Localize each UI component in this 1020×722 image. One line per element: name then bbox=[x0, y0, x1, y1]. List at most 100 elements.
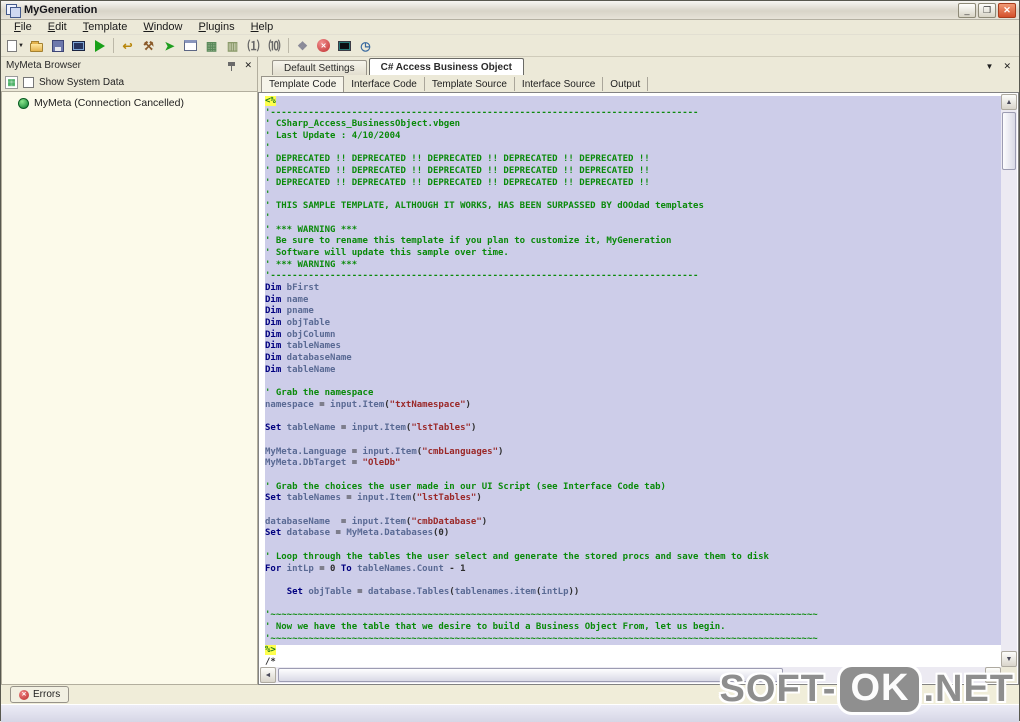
info-1-icon[interactable]: ⑴ bbox=[243, 36, 264, 55]
code-line: ' *** WARNING *** bbox=[265, 259, 1001, 272]
tree-item-mymeta[interactable]: MyMeta (Connection Cancelled) bbox=[2, 96, 257, 110]
vertical-scrollbar[interactable]: ▲ ▼ bbox=[1001, 94, 1017, 667]
menu-bar: File Edit Template Window Plugins Help bbox=[1, 20, 1019, 35]
code-line: MyMeta.DbTarget = "OleDb" bbox=[265, 458, 1001, 470]
run-template-icon[interactable] bbox=[89, 36, 110, 55]
console-icon[interactable] bbox=[68, 36, 89, 55]
errors-tab[interactable]: ✕ Errors bbox=[10, 686, 70, 703]
code-line bbox=[265, 540, 1001, 552]
tile-horizontal-icon[interactable]: ▦ bbox=[201, 36, 222, 55]
code-line: Dim databaseName bbox=[265, 353, 1001, 365]
auto-hide-pin-icon[interactable] bbox=[227, 61, 236, 71]
title-bar: MyGeneration _ ❐ ✕ bbox=[1, 1, 1019, 20]
code-line: '---------------------------------------… bbox=[265, 271, 1001, 283]
code-line: ' DEPRECATED !! DEPRECATED !! DEPRECATED… bbox=[265, 177, 1001, 190]
code-line: '---------------------------------------… bbox=[265, 107, 1001, 120]
doc-tab-default-settings[interactable]: Default Settings bbox=[272, 60, 367, 75]
toolbar-separator bbox=[288, 38, 289, 53]
code-line: Set tableNames = input.Item("lstTables") bbox=[265, 493, 1001, 506]
menu-template[interactable]: Template bbox=[75, 21, 136, 33]
menu-window[interactable]: Window bbox=[135, 21, 190, 33]
tree-item-label: MyMeta (Connection Cancelled) bbox=[34, 97, 184, 109]
show-system-data-label: Show System Data bbox=[39, 77, 125, 88]
mygeneration-window: { "window": { "title": "MyGeneration" },… bbox=[0, 0, 1020, 722]
open-folder-icon[interactable] bbox=[26, 36, 47, 55]
code-editor[interactable]: <% '-------------------------------------… bbox=[258, 92, 1019, 685]
panel-title: MyMeta Browser bbox=[6, 60, 82, 71]
build-tools-icon[interactable]: ⚒ bbox=[138, 36, 159, 55]
code-line: Dim objTable bbox=[265, 318, 1001, 330]
execute-script-icon[interactable]: ➤ bbox=[159, 36, 180, 55]
save-icon[interactable] bbox=[47, 36, 68, 55]
code-line: ' *** WARNING *** bbox=[265, 224, 1001, 237]
editor-tabstrip: Template Code Interface Code Template Sour… bbox=[258, 75, 1019, 92]
code-line: Set database = MyMeta.Databases(0) bbox=[265, 528, 1001, 541]
scroll-up-icon[interactable]: ▲ bbox=[1001, 94, 1017, 110]
monitor-icon[interactable] bbox=[334, 36, 355, 55]
main-area: MyMeta Browser ✕ ▦ Show System Data MyMe… bbox=[1, 57, 1019, 685]
revert-icon[interactable]: ↩ bbox=[117, 36, 138, 55]
close-panel-icon[interactable]: ✕ bbox=[244, 60, 252, 71]
form-designer-icon[interactable] bbox=[180, 36, 201, 55]
document-area: Default Settings C# Access Business Objec… bbox=[258, 57, 1019, 685]
database-icon bbox=[18, 97, 29, 109]
restore-button[interactable]: ❐ bbox=[978, 2, 996, 18]
info-0-icon[interactable]: ⑽ bbox=[264, 36, 285, 55]
app-icon bbox=[6, 4, 21, 18]
code-line bbox=[265, 411, 1001, 424]
code-line: Dim name bbox=[265, 294, 1001, 307]
close-document-icon[interactable]: ✕ bbox=[1003, 61, 1011, 72]
code-line: ' CSharp_Access_BusinessObject.vbgen bbox=[265, 119, 1001, 132]
show-system-data-checkbox[interactable] bbox=[23, 77, 34, 88]
scroll-down-icon[interactable]: ▼ bbox=[1001, 651, 1017, 667]
code-line: ' bbox=[265, 212, 1001, 225]
clock-icon[interactable]: ◷ bbox=[355, 36, 376, 55]
panel-header: MyMeta Browser ✕ bbox=[1, 57, 257, 74]
code-line: ' Now we have the table that we desire t… bbox=[265, 621, 1001, 634]
menu-edit[interactable]: Edit bbox=[40, 21, 75, 33]
menu-help[interactable]: Help bbox=[243, 21, 282, 33]
code-line: ' bbox=[265, 189, 1001, 202]
errors-tab-label: Errors bbox=[33, 689, 61, 700]
tab-list-dropdown-icon[interactable]: ▼ bbox=[986, 62, 994, 71]
tile-vertical-icon[interactable]: ▥ bbox=[222, 36, 243, 55]
code-line: ' Software will update this sample over … bbox=[265, 247, 1001, 260]
plugin-icon[interactable]: ❖ bbox=[292, 36, 313, 55]
doc-tab-c-access-business-object[interactable]: C# Access Business Object bbox=[368, 58, 524, 75]
mymeta-tree: MyMeta (Connection Cancelled) bbox=[1, 91, 257, 685]
horizontal-scroll-thumb[interactable] bbox=[278, 668, 783, 682]
vertical-scroll-thumb[interactable] bbox=[1002, 112, 1016, 170]
editor-tab-interface-code[interactable]: Interface Code bbox=[344, 77, 425, 91]
code-line: '~~~~~~~~~~~~~~~~~~~~~~~~~~~~~~~~~~~~~~~… bbox=[265, 610, 1001, 622]
code-line: ' Loop through the tables the user selec… bbox=[265, 551, 1001, 564]
code-line bbox=[265, 575, 1001, 587]
scroll-left-icon[interactable]: ◄ bbox=[260, 667, 276, 683]
code-line: Dim tableName bbox=[265, 364, 1001, 377]
toolbar-separator bbox=[113, 38, 114, 53]
editor-tab-output[interactable]: Output bbox=[603, 77, 649, 91]
code-line: %> bbox=[265, 645, 276, 656]
code-line: ' Grab the namespace bbox=[265, 388, 1001, 400]
window-title: MyGeneration bbox=[24, 4, 98, 16]
code-line: ' bbox=[265, 142, 1001, 155]
code-line bbox=[265, 505, 1001, 517]
editor-tab-template-source[interactable]: Template Source bbox=[425, 77, 515, 91]
code-line: Dim tableNames bbox=[265, 341, 1001, 354]
close-button[interactable]: ✕ bbox=[998, 2, 1016, 18]
code-line: Set tableName = input.Item("lstTables") bbox=[265, 423, 1001, 435]
code-line: <% bbox=[265, 96, 1001, 108]
code-line: Dim pname bbox=[265, 306, 1001, 319]
code-line: Dim objColumn bbox=[265, 329, 1001, 342]
code-line: MyMeta.Language = input.Item("cmbLanguag… bbox=[265, 446, 1001, 459]
template-code[interactable]: <% '-------------------------------------… bbox=[260, 94, 1001, 667]
stop-icon[interactable]: ✕ bbox=[313, 36, 334, 55]
menu-plugins[interactable]: Plugins bbox=[191, 21, 243, 33]
menu-file[interactable]: File bbox=[6, 21, 40, 33]
editor-tab-template-code[interactable]: Template Code bbox=[261, 76, 345, 92]
minimize-button[interactable]: _ bbox=[958, 2, 976, 18]
new-file-icon[interactable]: ▼ bbox=[5, 36, 26, 55]
editor-tab-interface-source[interactable]: Interface Source bbox=[515, 77, 604, 91]
code-line: ' DEPRECATED !! DEPRECATED !! DEPRECATED… bbox=[265, 154, 1001, 167]
code-line bbox=[265, 376, 1001, 389]
code-line: Set objTable = database.Tables(tablename… bbox=[265, 586, 1001, 599]
